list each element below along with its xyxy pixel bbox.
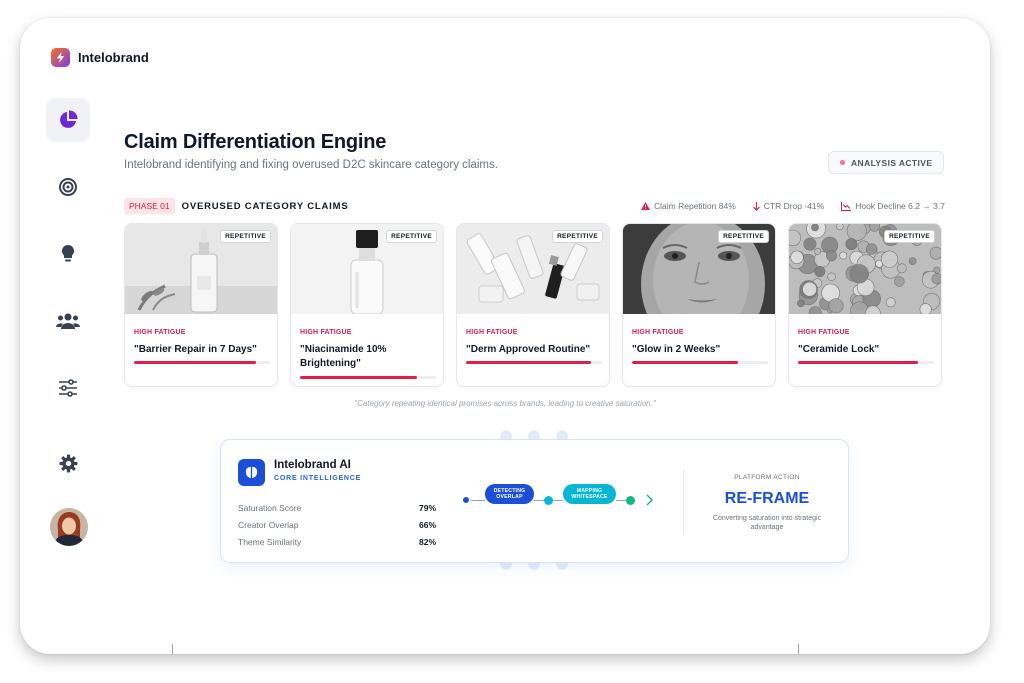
score-row-saturation: Saturation Score 79% (238, 503, 436, 513)
phase-label: OVERUSED CATEGORY CLAIMS (181, 200, 349, 212)
claim-text: "Glow in 2 Weeks" (632, 344, 721, 355)
pipeline-connector (471, 500, 485, 501)
fatigue-bar-fill (466, 361, 592, 364)
fatigue-label: HIGH FATIGUE (798, 329, 850, 336)
fatigue-bar-fill (134, 361, 257, 364)
pipeline-connector (616, 500, 626, 501)
fatigue-label: HIGH FATIGUE (632, 329, 684, 336)
avatar[interactable] (50, 508, 88, 546)
page-title: Claim Differentiation Engine (124, 131, 387, 153)
claim-text: "Niacinamide 10% Brightening" (300, 344, 387, 369)
chevron-right-icon (646, 494, 653, 506)
lightning-logo-icon (51, 48, 70, 67)
claim-text: "Ceramide Lock" (798, 344, 880, 355)
platform-action-label: PLATFORM ACTION (734, 474, 800, 481)
fatigue-bar-fill (632, 361, 739, 364)
fatigue-bar (300, 376, 436, 379)
ai-subtitle: CORE INTELLIGENCE (274, 475, 362, 482)
arrow-down-icon (752, 201, 760, 211)
analysis-status-badge[interactable]: ANALYSIS ACTIVE (828, 151, 945, 174)
bottom-divider-tick (798, 644, 799, 654)
claim-card[interactable]: REPETITIVE HIGH FATIGUE "Ceramide Lock" (788, 223, 942, 387)
fatigue-bar (466, 361, 602, 364)
ai-intelligence-panel: Intelobrand AI CORE INTELLIGENCE Saturat… (220, 439, 849, 563)
repetitive-badge: REPETITIVE (220, 230, 271, 243)
metric-ctr-drop: CTR Drop -41% (752, 201, 824, 211)
pipeline-connector (534, 500, 544, 501)
brand[interactable]: Intelobrand (51, 48, 149, 67)
fatigue-bar (798, 361, 934, 364)
panel-divider (683, 470, 684, 534)
ai-title: Intelobrand AI (274, 459, 351, 471)
sidebar-item-targets[interactable] (46, 165, 90, 209)
pipeline-node (544, 496, 553, 505)
repetitive-badge: REPETITIVE (884, 230, 935, 243)
saturation-caption: "Category repeating identical promises a… (354, 399, 656, 408)
brand-name: Intelobrand (78, 50, 149, 65)
phase-header: PHASE 01 OVERUSED CATEGORY CLAIMS (124, 198, 348, 214)
pipeline-node (463, 497, 469, 503)
claim-text: "Barrier Repair in 7 Days" (134, 344, 257, 355)
fatigue-bar-fill (300, 376, 417, 379)
fatigue-label: HIGH FATIGUE (466, 329, 518, 336)
metric-hook-decline: Hook Decline 6.2 → 3.7 (841, 201, 945, 211)
sidebar-item-settings[interactable] (46, 441, 90, 485)
claim-card[interactable]: REPETITIVE HIGH FATIGUE "Barrier Repair … (124, 223, 278, 387)
target-icon (59, 178, 77, 196)
sliders-icon (59, 379, 77, 397)
fatigue-bar-fill (798, 361, 918, 364)
claim-card[interactable]: REPETITIVE HIGH FATIGUE "Glow in 2 Weeks… (622, 223, 776, 387)
sidebar-item-creators[interactable] (46, 299, 90, 343)
trend-down-icon (841, 201, 852, 211)
pipeline-step-mapping[interactable]: MAPPING WHITESPACE (563, 484, 616, 504)
page-subtitle: Intelobrand identifying and fixing overu… (124, 159, 498, 171)
pipeline-step-detecting[interactable]: DETECTING OVERLAP (485, 484, 534, 504)
phase-badge: PHASE 01 (124, 198, 175, 214)
metrics-strip: Claim Repetition 84% CTR Drop -41% Hook … (641, 201, 945, 211)
status-label: ANALYSIS ACTIVE (851, 157, 933, 168)
processing-pipeline: DETECTING OVERLAP MAPPING WHITESPACE (463, 483, 663, 513)
score-row-theme-similarity: Theme Similarity 82% (238, 537, 436, 547)
metric-claim-repetition: Claim Repetition 84% (641, 201, 736, 211)
repetitive-badge: REPETITIVE (386, 230, 437, 243)
fatigue-bar (134, 361, 270, 364)
app-window: Intelobrand Claim Differentiation Engine… (20, 18, 990, 654)
platform-action-title[interactable]: RE-FRAME (697, 490, 837, 508)
claim-text: "Derm Approved Routine" (466, 344, 591, 355)
pipeline-connector (553, 500, 563, 501)
status-dot-icon (840, 160, 845, 165)
score-row-creator-overlap: Creator Overlap 66% (238, 520, 436, 530)
fatigue-bar (632, 361, 768, 364)
users-icon (56, 313, 80, 329)
claim-cards: REPETITIVE HIGH FATIGUE "Barrier Repair … (124, 223, 942, 387)
pie-chart-icon (60, 110, 78, 128)
warning-icon (641, 202, 650, 210)
sidebar-item-ideas[interactable] (46, 232, 90, 276)
lightbulb-icon (61, 244, 75, 262)
repetitive-badge: REPETITIVE (718, 230, 769, 243)
sidebar-item-analytics[interactable] (46, 98, 90, 142)
platform-action-description: Converting saturation into strategic adv… (712, 515, 822, 531)
brain-icon (238, 459, 265, 486)
repetitive-badge: REPETITIVE (552, 230, 603, 243)
fatigue-label: HIGH FATIGUE (300, 329, 352, 336)
claim-card[interactable]: REPETITIVE HIGH FATIGUE "Niacinamide 10%… (290, 223, 444, 387)
bottom-divider-tick (172, 644, 173, 654)
pipeline-node (626, 496, 635, 505)
claim-card[interactable]: REPETITIVE HIGH FATIGUE "Derm Approved R… (456, 223, 610, 387)
fatigue-label: HIGH FATIGUE (134, 329, 186, 336)
gear-icon (58, 453, 78, 473)
